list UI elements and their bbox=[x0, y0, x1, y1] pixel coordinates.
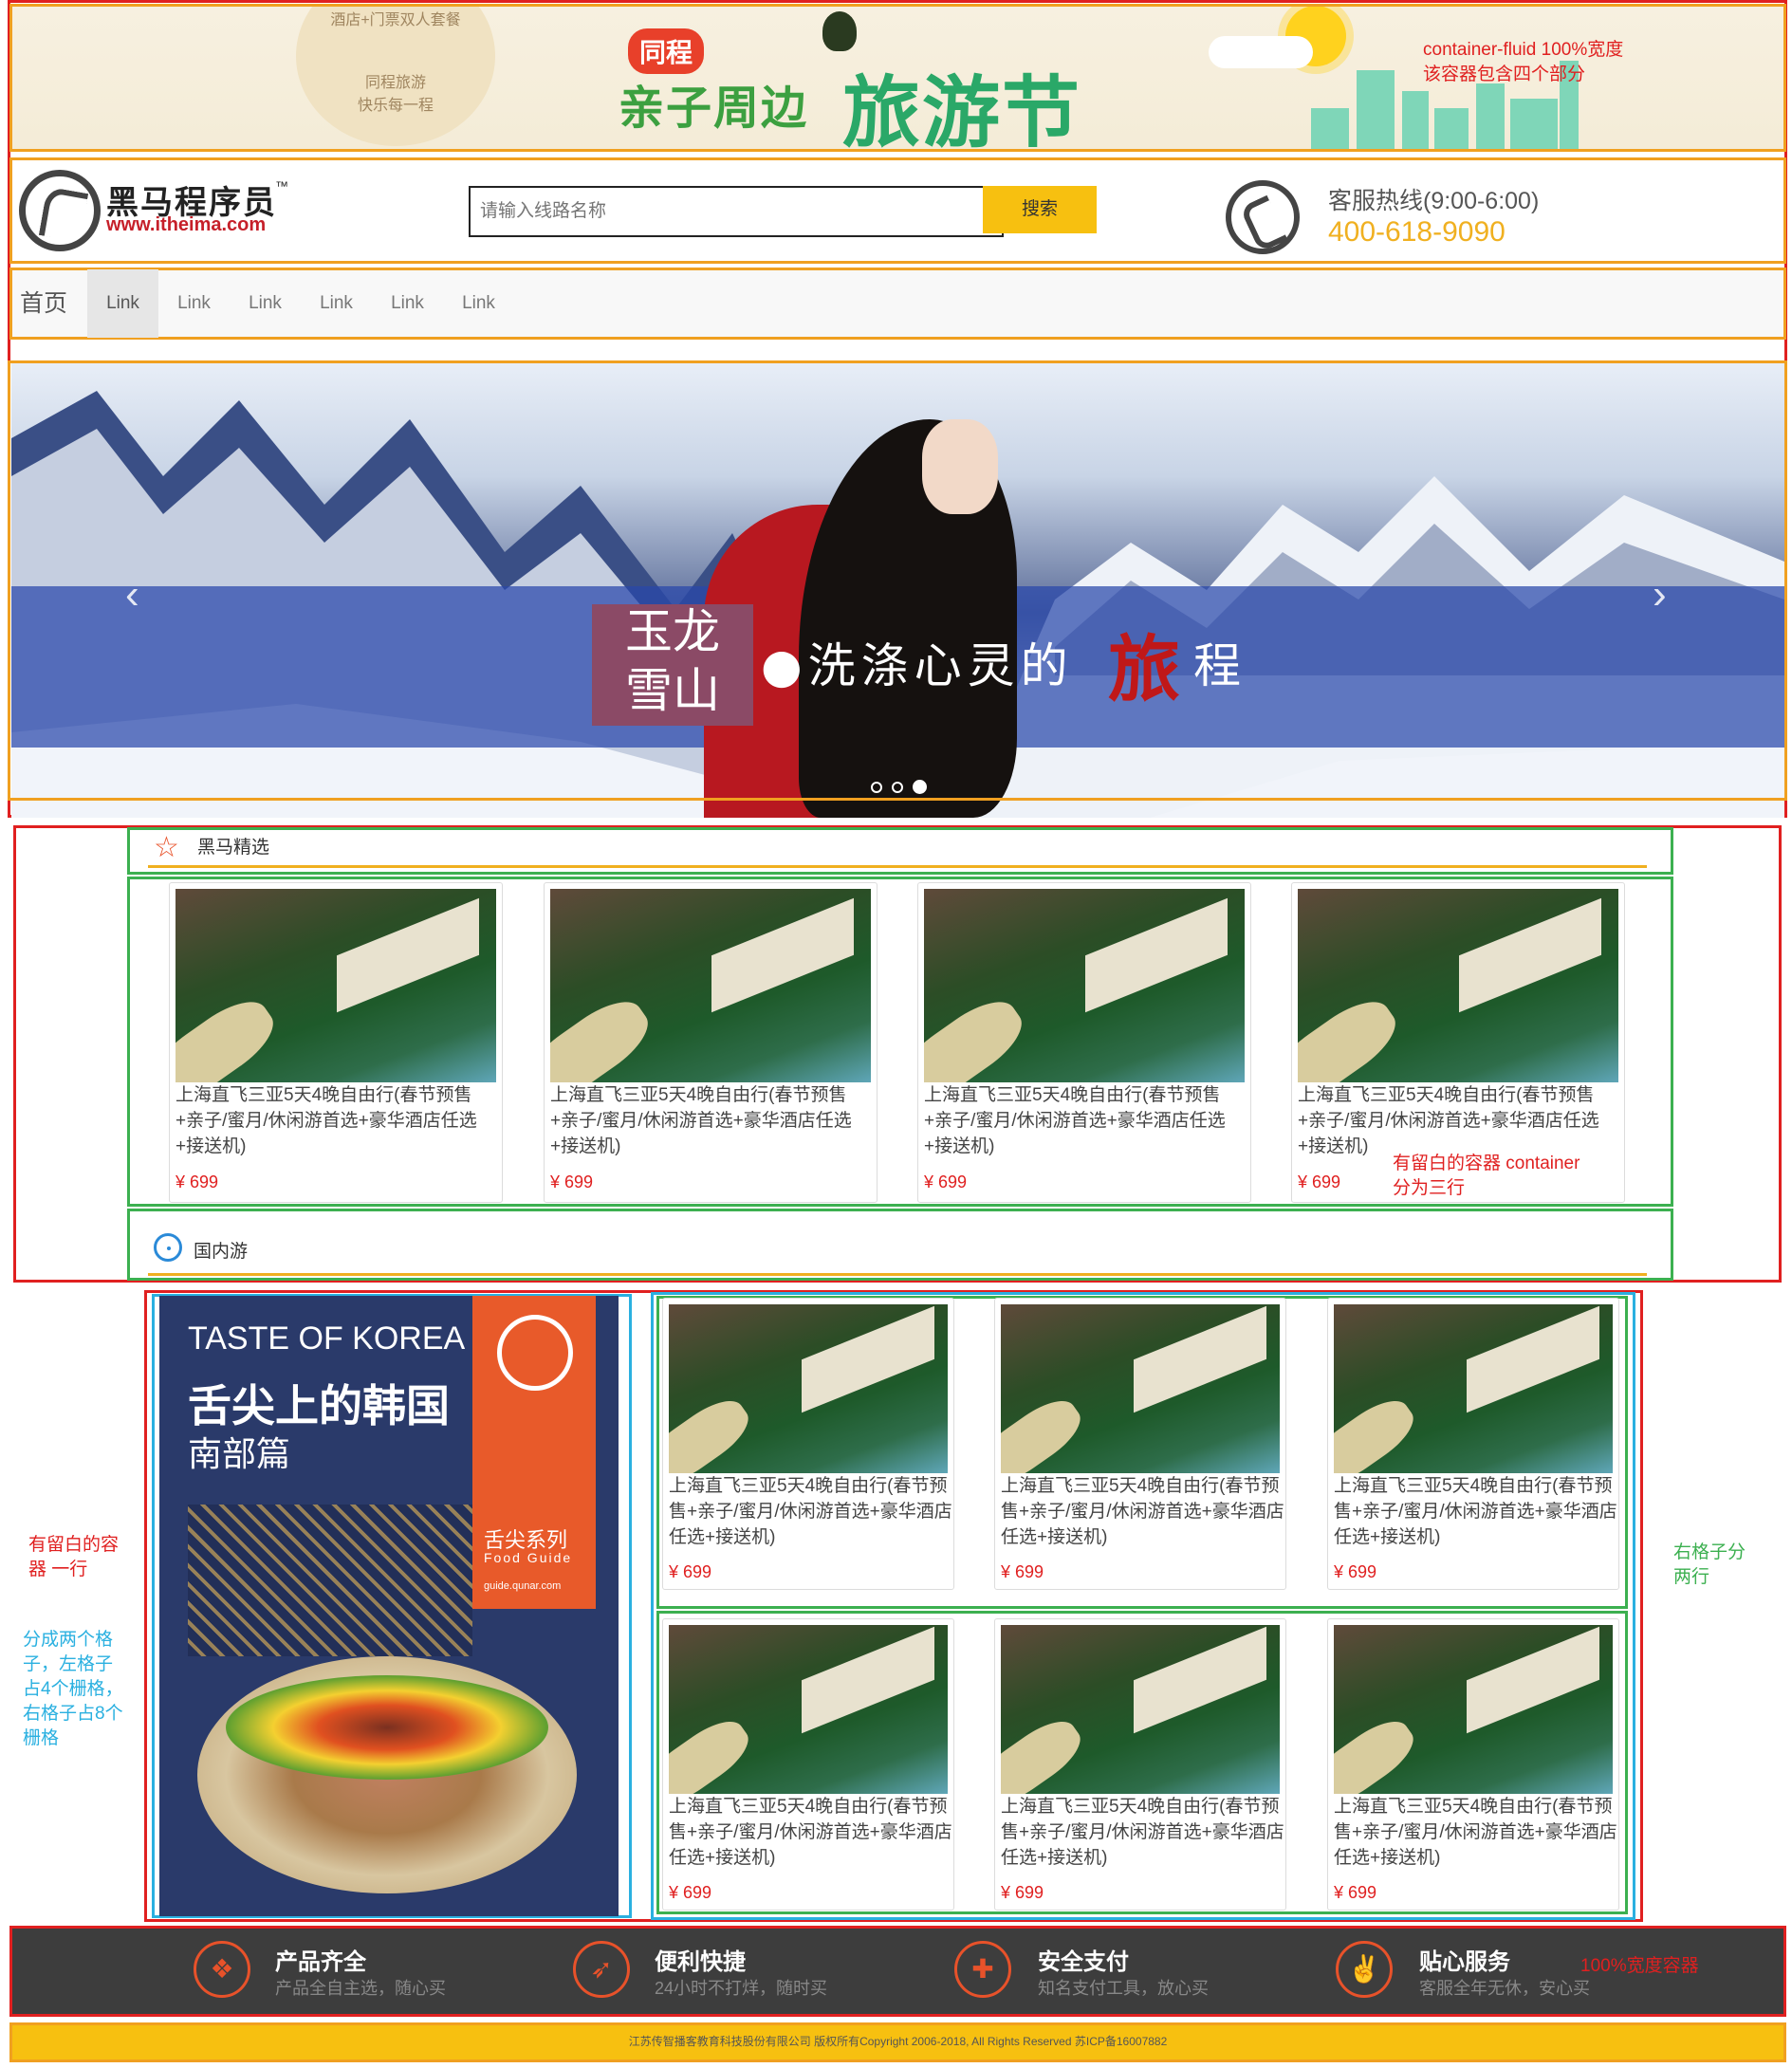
ferris-wheel-icon bbox=[154, 1233, 182, 1262]
product-price: ¥ 699 bbox=[1334, 1883, 1377, 1902]
product-image bbox=[669, 1625, 948, 1794]
horse-logo-icon bbox=[19, 170, 101, 251]
poster-logo-icon bbox=[497, 1315, 573, 1391]
poster-chinese-title: 舌尖上的韩国 bbox=[188, 1381, 450, 1431]
product-image bbox=[1334, 1304, 1613, 1473]
search-input[interactable] bbox=[469, 186, 1004, 237]
poster-english-title: TASTE OF KOREA bbox=[188, 1320, 466, 1357]
product-title: 上海直飞三亚5天4晚自由行(春节预售+亲子/蜜月/休闲游首选+豪华酒店任选+接送… bbox=[1298, 1085, 1599, 1156]
feature-sub-2: 24小时不打烊，随时买 bbox=[655, 1979, 828, 1998]
right-rows-annotation-line1: 右格子分 bbox=[1673, 1542, 1746, 1562]
product-price: ¥ 699 bbox=[1298, 1172, 1341, 1191]
grid-annotation-2: 子，左格子 bbox=[23, 1654, 114, 1674]
product-price: ¥ 699 bbox=[176, 1172, 219, 1191]
product-title: 上海直飞三亚5天4晚自由行(春节预售+亲子/蜜月/休闲游首选+豪华酒店任选+接送… bbox=[1334, 1797, 1617, 1868]
product-image bbox=[550, 889, 871, 1082]
fluid-annotation-line2: 该容器包含四个部分 bbox=[1423, 65, 1586, 84]
footer-annotation: 100%宽度容器 bbox=[1580, 1956, 1699, 1976]
thumbs-up-icon: ✌ bbox=[1336, 1941, 1393, 1998]
product-title: 上海直飞三亚5天4晚自由行(春节预售+亲子/蜜月/休闲游首选+豪华酒店任选+接送… bbox=[1001, 1797, 1284, 1868]
nav-link-4[interactable]: Link bbox=[301, 266, 372, 342]
product-title: 上海直飞三亚5天4晚自由行(春节预售+亲子/蜜月/休闲游首选+豪华酒店任选+接送… bbox=[924, 1085, 1226, 1156]
rocket-icon: ➶ bbox=[573, 1941, 630, 1998]
product-card[interactable]: 上海直飞三亚5天4晚自由行(春节预售+亲子/蜜月/休闲游首选+豪华酒店任选+接送… bbox=[1327, 1298, 1619, 1590]
domestic-underline bbox=[148, 1273, 1647, 1276]
product-image bbox=[1298, 889, 1618, 1082]
nav-link-1[interactable]: Link bbox=[87, 269, 158, 338]
feature-sub-4: 客服全年无休，安心买 bbox=[1419, 1979, 1590, 1998]
nav-link-6[interactable]: Link bbox=[443, 266, 514, 342]
product-card[interactable]: 上海直飞三亚5天4晚自由行(春节预售+亲子/蜜月/休闲游首选+豪华酒店任选+接送… bbox=[994, 1298, 1286, 1590]
hotline-number: 400-618-9090 bbox=[1328, 216, 1506, 248]
product-image bbox=[1001, 1625, 1280, 1794]
korea-poster[interactable]: TASTE OF KOREA 舌尖上的韩国 南部篇 舌尖系列 Food Guid… bbox=[159, 1296, 619, 1916]
logo-trademark: ™ bbox=[275, 178, 288, 194]
logo-url-text: www.itheima.com bbox=[106, 214, 267, 235]
feature-title-2: 便利快捷 bbox=[655, 1949, 746, 1975]
product-image bbox=[1334, 1625, 1613, 1794]
product-card[interactable]: 上海直飞三亚5天4晚自由行(春节预售+亲子/蜜月/休闲游首选+豪华酒店任选+接送… bbox=[169, 882, 503, 1203]
search-button[interactable]: 搜索 bbox=[983, 186, 1097, 233]
product-image bbox=[1001, 1304, 1280, 1473]
product-image bbox=[924, 889, 1245, 1082]
product-card[interactable]: 上海直飞三亚5天4晚自由行(春节预售+亲子/蜜月/休闲游首选+豪华酒店任选+接送… bbox=[917, 882, 1251, 1203]
product-title: 上海直飞三亚5天4晚自由行(春节预售+亲子/蜜月/休闲游首选+豪华酒店任选+接送… bbox=[669, 1476, 952, 1547]
grid-annotation-3: 占4个栅格， bbox=[23, 1679, 123, 1699]
poster-side-strip: 舌尖系列 Food Guide guide.qunar.com bbox=[472, 1296, 596, 1609]
product-card[interactable]: 上海直飞三亚5天4晚自由行(春节预售+亲子/蜜月/休闲游首选+豪华酒店任选+接送… bbox=[1327, 1618, 1619, 1911]
carousel-outline bbox=[8, 360, 1787, 801]
row-annotation-line2: 器 一行 bbox=[28, 1560, 88, 1579]
product-price: ¥ 699 bbox=[1334, 1562, 1377, 1581]
feature-title-1: 产品齐全 bbox=[275, 1949, 366, 1975]
row-annotation-line1: 有留白的容 bbox=[28, 1535, 120, 1555]
feature-sub-1: 产品全自主选，随心买 bbox=[275, 1979, 446, 1998]
hanbok-pattern bbox=[188, 1505, 472, 1656]
phone-icon bbox=[1226, 180, 1300, 254]
product-image bbox=[176, 889, 496, 1082]
grid-annotation-1: 分成两个格 bbox=[23, 1630, 114, 1650]
poster-subtitle: 南部篇 bbox=[188, 1434, 291, 1473]
poster-guide: Food Guide bbox=[484, 1550, 573, 1565]
product-price: ¥ 699 bbox=[550, 1172, 594, 1191]
container-annotation-line2: 分为三行 bbox=[1393, 1178, 1466, 1198]
grid-annotation-5: 栅格 bbox=[23, 1728, 60, 1748]
nav-link-3[interactable]: Link bbox=[230, 266, 301, 342]
product-card[interactable]: 上海直飞三亚5天4晚自由行(春节预售+亲子/蜜月/休闲游首选+豪华酒店任选+接送… bbox=[544, 882, 878, 1203]
product-title: 上海直飞三亚5天4晚自由行(春节预售+亲子/蜜月/休闲游首选+豪华酒店任选+接送… bbox=[176, 1085, 477, 1156]
product-price: ¥ 699 bbox=[669, 1883, 712, 1902]
product-card[interactable]: 上海直飞三亚5天4晚自由行(春节预售+亲子/蜜月/休闲游首选+豪华酒店任选+接送… bbox=[994, 1618, 1286, 1911]
feature-sub-3: 知名支付工具，放心买 bbox=[1038, 1979, 1209, 1998]
copyright-outline bbox=[9, 2022, 1786, 2062]
grid-annotation-4: 右格子占8个 bbox=[23, 1704, 123, 1724]
nav-link-2[interactable]: Link bbox=[158, 266, 230, 342]
domestic-row-outline bbox=[127, 1209, 1673, 1281]
product-title: 上海直飞三亚5天4晚自由行(春节预售+亲子/蜜月/休闲游首选+豪华酒店任选+接送… bbox=[550, 1085, 852, 1156]
product-card[interactable]: 上海直飞三亚5天4晚自由行(春节预售+亲子/蜜月/休闲游首选+豪华酒店任选+接送… bbox=[662, 1298, 954, 1590]
product-title: 上海直飞三亚5天4晚自由行(春节预售+亲子/蜜月/休闲游首选+豪华酒店任选+接送… bbox=[669, 1797, 952, 1868]
product-title: 上海直飞三亚5天4晚自由行(春节预售+亲子/蜜月/休闲游首选+豪华酒店任选+接送… bbox=[1001, 1476, 1284, 1547]
product-price: ¥ 699 bbox=[1001, 1562, 1044, 1581]
poster-url: guide.qunar.com bbox=[484, 1580, 562, 1592]
product-image bbox=[669, 1304, 948, 1473]
product-card[interactable]: 上海直飞三亚5天4晚自由行(春节预售+亲子/蜜月/休闲游首选+豪华酒店任选+接送… bbox=[662, 1618, 954, 1911]
feature-title-3: 安全支付 bbox=[1038, 1949, 1129, 1975]
grid-icon: ❖ bbox=[194, 1941, 250, 1998]
featured-section-title: 黑马精选 bbox=[197, 838, 270, 858]
bowl-rim bbox=[226, 1675, 548, 1780]
shield-icon: ✚ bbox=[954, 1941, 1011, 1998]
fluid-annotation-line1: container-fluid 100%宽度 bbox=[1423, 40, 1624, 60]
product-price: ¥ 699 bbox=[669, 1562, 712, 1581]
container-annotation-line1: 有留白的容器 container bbox=[1393, 1154, 1580, 1173]
star-icon: ☆ bbox=[154, 832, 179, 863]
feature-title-4: 贴心服务 bbox=[1419, 1949, 1510, 1975]
product-title: 上海直飞三亚5天4晚自由行(春节预售+亲子/蜜月/休闲游首选+豪华酒店任选+接送… bbox=[1334, 1476, 1617, 1547]
domestic-section-title: 国内游 bbox=[194, 1242, 249, 1262]
product-price: ¥ 699 bbox=[924, 1172, 968, 1191]
nav-home[interactable]: 首页 bbox=[13, 266, 74, 342]
right-rows-annotation-line2: 两行 bbox=[1673, 1567, 1710, 1587]
featured-underline bbox=[148, 865, 1647, 868]
product-price: ¥ 699 bbox=[1001, 1883, 1044, 1902]
nav-link-5[interactable]: Link bbox=[372, 266, 443, 342]
hotline-label: 客服热线(9:00-6:00) bbox=[1328, 188, 1540, 214]
